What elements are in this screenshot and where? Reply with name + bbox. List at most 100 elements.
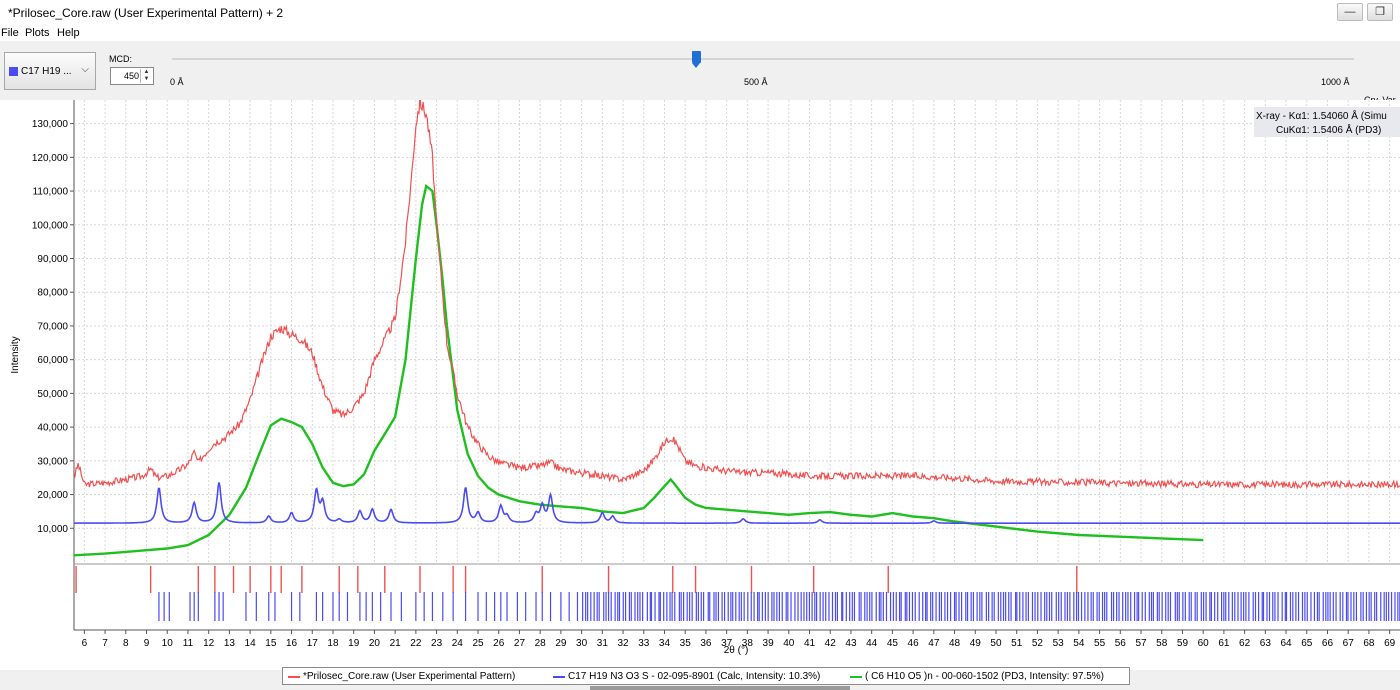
x-tick-label: 50 [990, 638, 1002, 649]
spin-arrows-icon[interactable]: ▲ ▼ [140, 69, 152, 83]
y-tick-label: 50,000 [37, 389, 68, 400]
x-tick-label: 54 [1073, 638, 1085, 649]
y-tick-label: 60,000 [37, 355, 68, 366]
series-pd3-line [73, 183, 1204, 557]
y-tick-label: 20,000 [37, 490, 68, 501]
x-tick-label: 63 [1260, 638, 1272, 649]
y-tick-label: 30,000 [37, 456, 68, 467]
slider-min-label: 0 Å [170, 77, 184, 87]
x-tick-label: 35 [680, 638, 692, 649]
y-tick-label: 70,000 [37, 321, 68, 332]
x-tick-label: 15 [265, 638, 277, 649]
mcd-value: 450 [123, 71, 139, 81]
stick-pattern-panel [75, 566, 1400, 621]
x-tick-label: 13 [224, 638, 236, 649]
x-tick-label: 20 [369, 638, 381, 649]
x-tick-label: 66 [1322, 638, 1334, 649]
x-tick-label: 40 [783, 638, 795, 649]
x-tick-label: 51 [1011, 638, 1023, 649]
x-tick-label: 21 [390, 638, 402, 649]
x-tick-label: 67 [1343, 638, 1355, 649]
status-strip [590, 686, 850, 690]
plot-area[interactable]: 10,000 20,000 30,000 40,000 50,000 60,000 70,0… [0, 100, 1400, 670]
x-tick-label: 19 [348, 638, 360, 649]
x-tick-label: 57 [1135, 638, 1147, 649]
x-tick-label: 56 [1115, 638, 1127, 649]
legend: *Prilosec_Core.raw (User Experimental Pa… [282, 667, 1130, 685]
legend-item-calc: C17 H19 N3 O3 S - 02-095-8901 (Calc, Int… [568, 671, 821, 682]
minimize-button[interactable]: — [1337, 3, 1363, 21]
x-tick-label: 29 [555, 638, 567, 649]
x-tick-label: 14 [245, 638, 257, 649]
x-tick-label: 11 [183, 638, 194, 649]
phase-dropdown-label: C17 H19 ... [21, 66, 72, 77]
x-tick-label: 30 [576, 638, 588, 649]
legend-item-pd3: ( C6 H10 O5 )n - 00-060-1502 (PD3, Inten… [865, 671, 1105, 682]
y-tick-label: 120,000 [32, 153, 69, 164]
x-tick-label: 59 [1177, 638, 1189, 649]
x-tick-label: 25 [472, 638, 484, 649]
x-tick-label: 62 [1239, 638, 1251, 649]
xrd-chart[interactable]: 10,000 20,000 30,000 40,000 50,000 60,000 70,0… [0, 100, 1400, 670]
y-axis: 10,000 20,000 30,000 40,000 50,000 60,000 70,0… [32, 119, 74, 535]
menu-file[interactable]: File [1, 27, 19, 39]
x-tick-label: 58 [1156, 638, 1168, 649]
x-tick-label: 47 [928, 638, 940, 649]
x-tick-label: 46 [908, 638, 920, 649]
legend-item-exp: *Prilosec_Core.raw (User Experimental Pa… [303, 671, 516, 682]
x-axis-label: 2θ (°) [724, 645, 749, 656]
x-tick-label: 23 [431, 638, 443, 649]
series-exp-line [73, 100, 1400, 490]
mcd-label: MCD: [109, 54, 132, 64]
slider-max-label: 1000 Å [1321, 77, 1350, 87]
menu-plots[interactable]: Plots [25, 27, 49, 39]
x-tick-label: 7 [102, 638, 108, 649]
x-tick-label: 10 [162, 638, 174, 649]
x-tick-label: 17 [307, 638, 319, 649]
x-tick-label: 41 [804, 638, 816, 649]
x-tick-label: 60 [1198, 638, 1210, 649]
x-tick-label: 34 [659, 638, 671, 649]
x-tick-label: 16 [286, 638, 298, 649]
x-tick-label: 49 [970, 638, 982, 649]
slider-mid-label: 500 Å [744, 77, 768, 87]
mcd-slider-thumb[interactable] [692, 51, 701, 68]
window-title: *Prilosec_Core.raw (User Experimental Pa… [8, 6, 284, 20]
wavelength-line-1: X-ray - Kα1: 1.54060 Å (Simu [1256, 109, 1387, 122]
x-tick-label: 12 [203, 638, 215, 649]
x-tick-label: 61 [1218, 638, 1230, 649]
y-tick-label: 100,000 [32, 220, 69, 231]
x-tick-label: 45 [887, 638, 899, 649]
x-tick-label: 33 [638, 638, 650, 649]
x-tick-label: 24 [452, 638, 464, 649]
x-tick-label: 6 [82, 638, 88, 649]
series-lines [73, 100, 1400, 557]
phase-color-swatch [9, 67, 18, 76]
x-tick-label: 26 [493, 638, 505, 649]
x-tick-label: 64 [1280, 638, 1292, 649]
menu-help[interactable]: Help [57, 27, 80, 39]
y-tick-label: 80,000 [37, 288, 68, 299]
chevron-down-icon: ⌵ [81, 64, 89, 75]
mcd-stepper[interactable]: 450 ▲ ▼ [110, 67, 154, 85]
phase-dropdown[interactable]: C17 H19 ... ⌵ [4, 52, 96, 90]
x-tick-label: 68 [1363, 638, 1375, 649]
y-axis-label: Intensity [10, 336, 21, 373]
x-tick-label: 42 [825, 638, 837, 649]
x-tick-label: 22 [410, 638, 422, 649]
x-tick-label: 36 [700, 638, 712, 649]
grid-lines [73, 100, 1400, 631]
legend-swatch-pd3 [850, 676, 862, 678]
y-tick-label: 130,000 [32, 119, 69, 130]
x-tick-label: 52 [1032, 638, 1044, 649]
x-tick-label: 32 [617, 638, 629, 649]
title-bar: *Prilosec_Core.raw (User Experimental Pa… [0, 0, 1400, 28]
legend-swatch-exp [288, 676, 300, 678]
mcd-slider-track[interactable] [172, 58, 1354, 60]
x-tick-label: 48 [949, 638, 961, 649]
x-tick-label: 43 [845, 638, 857, 649]
series-calc-line [74, 482, 1400, 524]
y-tick-label: 110,000 [33, 187, 69, 198]
x-tick-label: 55 [1094, 638, 1106, 649]
restore-button[interactable]: ❐ [1367, 3, 1393, 21]
